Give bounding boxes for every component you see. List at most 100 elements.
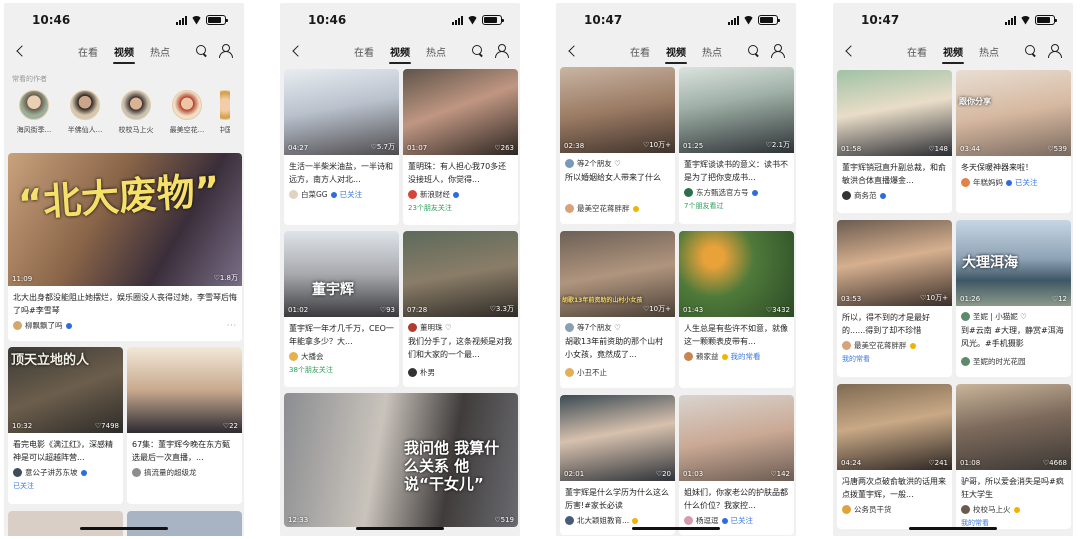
video-thumbnail[interactable]: ♡22 — [127, 347, 242, 433]
video-card[interactable]: 01:43 ♡3432 人生总是有些许不如意，就像这一颗颗表皮带有... 赖家益… — [679, 231, 794, 388]
status-bar: 10:46 — [4, 3, 244, 37]
author-name[interactable]: 杨逗逗 — [696, 515, 719, 526]
video-thumbnail[interactable]: 01:43 ♡3432 — [679, 231, 794, 317]
video-card[interactable]: 01:58 ♡148 董宇辉销冠直升副总裁，和俞敏洪合体直播爆金... 商务范 — [837, 70, 952, 213]
video-thumbnail[interactable]: 我问他 我算什么关系 他说“干女儿” 12:33 ♡519 — [284, 393, 518, 527]
video-card[interactable]: 跟你分享 03:44 ♡539 冬天保暖神器来啦！ 年糕妈妈 已关注 — [956, 70, 1071, 213]
video-card[interactable]: “北大废物” 11:09 ♡1.8万 北大出身都没能阻止她摆烂，娱乐圈没人丧得过… — [8, 153, 242, 341]
author-name[interactable]: 搞流量的超级龙 — [144, 467, 197, 478]
tab-trending[interactable]: 热点 — [977, 44, 1001, 59]
author-avatar — [289, 352, 298, 361]
video-card[interactable]: 我问他 我算什么关系 他说“干女儿” 12:33 ♡519 — [284, 393, 518, 527]
video-thumbnail[interactable] — [127, 511, 242, 536]
video-thumbnail[interactable]: 02:38 ♡10万+ — [560, 67, 675, 153]
video-thumbnail[interactable]: 跟你分享 03:44 ♡539 — [956, 70, 1071, 156]
back-arrow-icon[interactable] — [286, 41, 306, 61]
video-card[interactable]: 01:25 ♡2.1万 董宇辉谈读书的意义：读书不是为了把你变成书... 东方甄… — [679, 67, 794, 224]
profile-icon[interactable] — [219, 44, 233, 58]
author-name[interactable]: 意公子讲苏东坡 — [25, 467, 78, 478]
tab-trending[interactable]: 热点 — [424, 44, 448, 59]
video-thumbnail[interactable]: 大理洱海 01:26 ♡12 — [956, 220, 1071, 306]
author-name[interactable]: 最美空花蒋胖胖 — [577, 203, 630, 214]
more-icon[interactable]: ··· — [227, 321, 237, 330]
video-thumbnail[interactable]: 04:24 ♡241 — [837, 384, 952, 470]
video-card[interactable]: 01:07 ♡263 董明珠：有人担心我70多还没接班人，你觉得... 新浪财经… — [403, 69, 518, 225]
video-card[interactable]: 胡歌13年前资助的山村小女孩 ♡10万+ 等7个朋友 ♡ 胡歌13年前资助的那个… — [560, 231, 675, 388]
tab-watching[interactable]: 在看 — [628, 44, 652, 59]
author-name[interactable]: 东方甄选官方号 — [696, 187, 749, 198]
video-thumbnail[interactable]: “北大废物” 11:09 ♡1.8万 — [8, 153, 242, 286]
video-card[interactable]: 02:38 ♡10万+ 等2个朋友 ♡ 所以婚姻给女人带来了什么 最美空花蒋胖胖 — [560, 67, 675, 224]
back-arrow-icon[interactable] — [10, 41, 30, 61]
tab-watching[interactable]: 在看 — [905, 44, 929, 59]
video-thumbnail[interactable]: 01:58 ♡148 — [837, 70, 952, 156]
back-arrow-icon[interactable] — [562, 41, 582, 61]
video-thumbnail[interactable]: 03:53 ♡10万+ — [837, 220, 952, 306]
tab-video[interactable]: 视频 — [664, 44, 688, 64]
video-card[interactable]: 董宇辉 01:02 ♡93 董宇辉一年才几千万，CEO一年能拿多少？大... 大… — [284, 231, 399, 387]
video-thumbnail[interactable]: 胡歌13年前资助的山村小女孩 ♡10万+ — [560, 231, 675, 317]
video-thumbnail[interactable]: 04:27 ♡5.7万 — [284, 69, 399, 155]
author-avatar-item[interactable]: 最美空花... — [169, 90, 205, 135]
video-thumbnail[interactable]: 01:08 ♡4668 — [956, 384, 1071, 470]
tab-video[interactable]: 视频 — [112, 44, 136, 64]
search-icon[interactable] — [1025, 45, 1037, 57]
video-card[interactable]: 04:24 ♡241 冯唐两次点破俞敏洪的话用来点拨董宇辉，一般... 公务员干… — [837, 384, 952, 529]
author-name[interactable]: 朴男 — [420, 367, 435, 378]
author-name[interactable]: 柳飘飘了吗 — [25, 320, 63, 331]
video-thumbnail[interactable]: 顶天立地的人 10:32 ♡7498 — [8, 347, 123, 433]
author-avatar-item[interactable]: 半佛仙人... — [67, 90, 103, 135]
author-name[interactable]: 新浪财经 — [420, 189, 450, 200]
search-icon[interactable] — [472, 45, 484, 57]
video-card[interactable]: 03:53 ♡10万+ 所以，得不到的才是最好的......得到了却不珍惜 最美… — [837, 220, 952, 377]
video-card[interactable]: 02:01 ♡20 董宇辉是什么学历为什么这么厉害!#家长必读 北大颖姐教育..… — [560, 395, 675, 535]
video-thumbnail[interactable]: 01:03 ♡142 — [679, 395, 794, 481]
video-card[interactable]: 04:27 ♡5.7万 生活一半柴米油盐，一半诗和远方，南方人对北... 白菜G… — [284, 69, 399, 225]
video-thumbnail[interactable]: 07:28 ♡3.3万 — [403, 231, 518, 317]
video-card[interactable]: 07:28 ♡3.3万 董明珠 ♡ 我们分手了，这条视频是对我们和大家的一个最.… — [403, 231, 518, 387]
video-attribution: 等7个朋友 ♡ — [560, 317, 675, 333]
video-card[interactable]: 01:03 ♡142 姐妹们，你家老公的护肤品都什么价位？我家控... 杨逗逗 … — [679, 395, 794, 535]
video-thumbnail[interactable] — [8, 511, 123, 536]
video-thumbnail[interactable]: 01:07 ♡263 — [403, 69, 518, 155]
tab-watching[interactable]: 在看 — [76, 44, 100, 59]
author-avatar-item[interactable]: 海风街季... — [16, 90, 52, 135]
author-name[interactable]: 最美空花蒋胖胖 — [854, 340, 907, 351]
search-icon[interactable] — [748, 45, 760, 57]
video-card[interactable] — [8, 511, 123, 536]
tab-watching[interactable]: 在看 — [352, 44, 376, 59]
video-duration: 01:08 — [960, 459, 981, 467]
video-card[interactable]: 01:08 ♡4668 驴哥，所以爱会消失是吗#疯狂大学生 校校马上火 我的常看 — [956, 384, 1071, 529]
profile-icon[interactable] — [495, 44, 509, 58]
author-name[interactable]: 校校马上火 — [973, 504, 1011, 515]
profile-icon[interactable] — [771, 44, 785, 58]
author-name[interactable]: 商务范 — [854, 190, 877, 201]
author-name[interactable]: 小丑不止 — [577, 367, 607, 378]
search-icon[interactable] — [196, 45, 208, 57]
author-name[interactable]: 年糕妈妈 — [973, 177, 1003, 188]
profile-icon[interactable] — [1048, 44, 1062, 58]
video-card[interactable]: ♡22 67集：董宇辉今晚在东方甄选最后一次直播，... 搞流量的超级龙 — [127, 347, 242, 504]
author-avatar-item[interactable]: 中国 — [220, 90, 230, 135]
verified-icon — [751, 189, 758, 196]
video-thumbnail[interactable]: 董宇辉 01:02 ♡93 — [284, 231, 399, 317]
back-arrow-icon[interactable] — [839, 41, 859, 61]
video-title: 到#云南 #大理，静赏#洱海风光。#手机摄影 — [961, 326, 1064, 348]
video-card[interactable]: 顶天立地的人 10:32 ♡7498 看完电影《满江红》，深感精神是可以超越阵营… — [8, 347, 123, 504]
author-name[interactable]: 大播会 — [301, 351, 324, 362]
tab-video[interactable]: 视频 — [941, 44, 965, 64]
video-thumbnail[interactable]: 01:25 ♡2.1万 — [679, 67, 794, 153]
video-card[interactable]: 大理洱海 01:26 ♡12 圣妮 | 小猫妮 ♡ 到#云南 #大理，静赏#洱海… — [956, 220, 1071, 377]
status-time: 10:47 — [584, 13, 623, 27]
video-card[interactable] — [127, 511, 242, 536]
tab-video[interactable]: 视频 — [388, 44, 412, 64]
author-name[interactable]: 赖家益 — [696, 351, 719, 362]
tab-trending[interactable]: 热点 — [148, 44, 172, 59]
author-name[interactable]: 公务员干货 — [854, 504, 892, 515]
video-thumbnail[interactable]: 02:01 ♡20 — [560, 395, 675, 481]
author-avatar-item[interactable]: 校校马上火 — [118, 90, 154, 135]
tab-trending[interactable]: 热点 — [700, 44, 724, 59]
author-name[interactable]: 圣妮的时光花园 — [973, 356, 1026, 367]
author-name[interactable]: 白菜GG — [301, 189, 328, 200]
author-name[interactable]: 北大颖姐教育... — [577, 515, 629, 526]
